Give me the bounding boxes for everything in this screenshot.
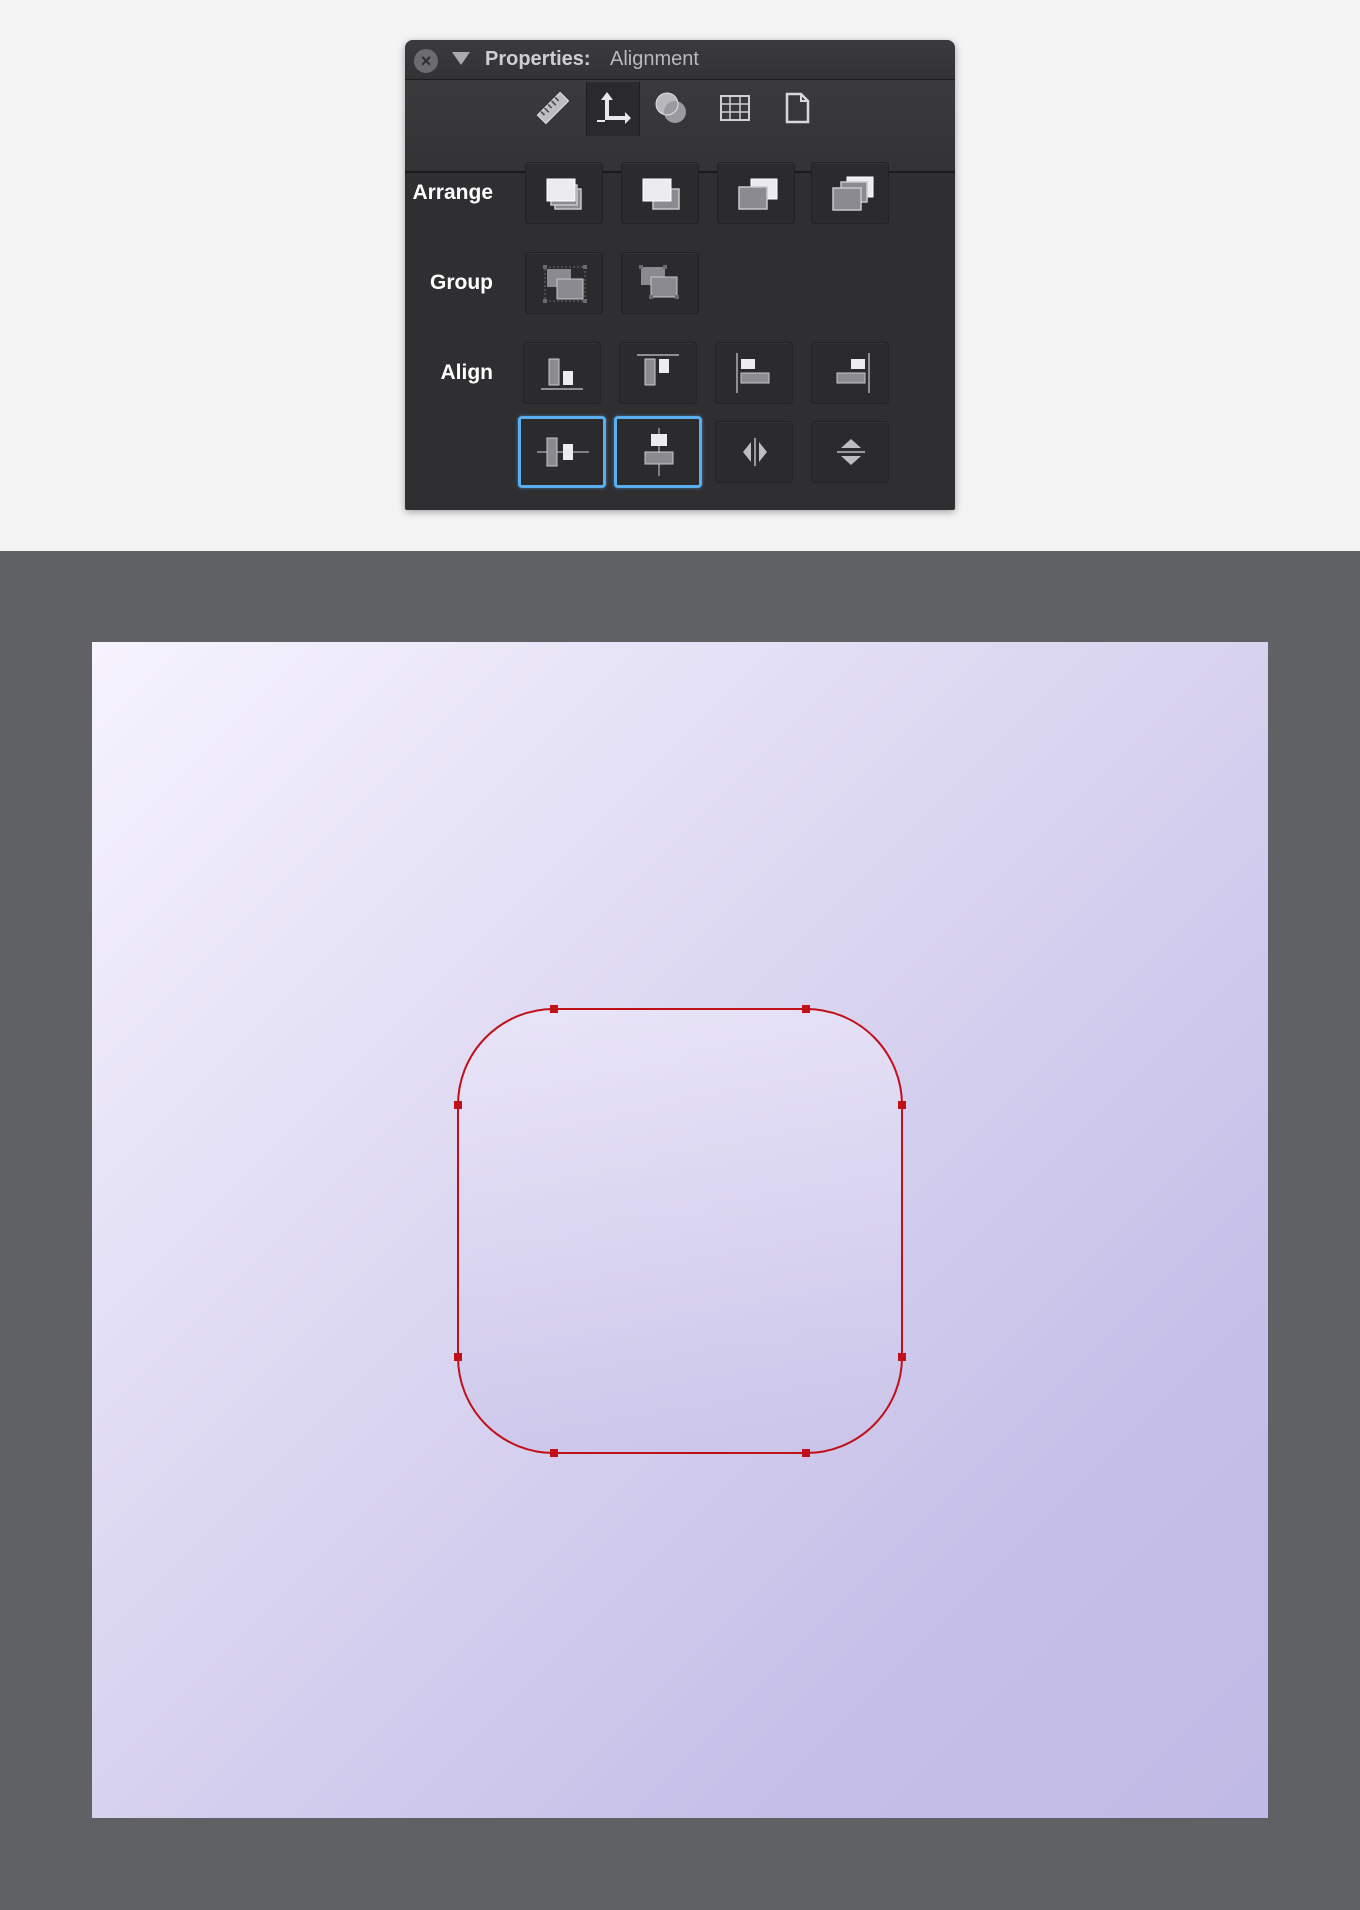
tab-alignment[interactable]	[586, 82, 640, 136]
panel-titlebar[interactable]: × Properties: Alignment	[405, 40, 955, 80]
tab-ruler[interactable]	[527, 82, 579, 134]
anchor-point[interactable]	[802, 1005, 810, 1013]
anchor-point[interactable]	[454, 1101, 462, 1109]
anchor-point[interactable]	[550, 1449, 558, 1457]
bring-forward-icon	[642, 178, 680, 210]
align-top-icon	[637, 354, 679, 386]
align-left-button[interactable]	[715, 342, 793, 404]
align-horizontal-center-icon	[537, 437, 589, 467]
send-to-back-button[interactable]	[811, 162, 889, 224]
close-icon[interactable]: ×	[414, 49, 438, 73]
ungroup-button[interactable]	[621, 252, 699, 314]
rounded-rectangle-shape[interactable]	[92, 642, 1268, 1818]
tab-grid[interactable]	[709, 82, 761, 134]
disclosure-triangle-icon[interactable]	[452, 52, 470, 65]
shape-combine-icon	[655, 92, 686, 123]
send-backward-button[interactable]	[717, 162, 795, 224]
grid-icon	[720, 95, 750, 121]
distribute-vertical-button[interactable]	[811, 421, 889, 483]
bring-forward-button[interactable]	[621, 162, 699, 224]
alignment-arrows-icon	[597, 92, 631, 124]
bring-to-front-button[interactable]	[525, 162, 603, 224]
shape-outline[interactable]	[457, 1008, 903, 1454]
anchor-point[interactable]	[898, 1353, 906, 1361]
artboard[interactable]	[92, 642, 1268, 1818]
anchor-point[interactable]	[454, 1353, 462, 1361]
anchor-point[interactable]	[802, 1449, 810, 1457]
distribute-horizontal-icon	[743, 438, 767, 466]
anchor-point[interactable]	[898, 1101, 906, 1109]
document-icon	[785, 92, 810, 124]
panel-title-label: Properties:	[485, 48, 591, 70]
group-button[interactable]	[525, 252, 603, 314]
align-right-button[interactable]	[811, 342, 889, 404]
send-to-back-icon	[832, 176, 874, 211]
align-vertical-center-icon	[644, 428, 674, 476]
inspector-tab-bar	[405, 80, 955, 173]
align-bottom-button[interactable]	[523, 342, 601, 404]
send-backward-icon	[738, 178, 778, 210]
group-label: Group	[430, 271, 493, 294]
distribute-horizontal-button[interactable]	[715, 421, 793, 483]
distribute-vertical-icon	[837, 439, 865, 465]
align-horizontal-center-button[interactable]	[518, 416, 606, 488]
bring-to-front-icon	[546, 178, 582, 210]
properties-panel: × Properties: Alignment Arrange Group Al…	[405, 40, 955, 510]
tab-shape[interactable]	[645, 82, 697, 134]
ruler-icon	[536, 91, 570, 125]
tab-document[interactable]	[771, 82, 823, 134]
align-label: Align	[440, 361, 494, 384]
group-icon	[543, 265, 587, 303]
canvas-area[interactable]	[0, 551, 1360, 1910]
align-right-icon	[836, 353, 870, 393]
align-vertical-center-button[interactable]	[614, 416, 702, 488]
panel-title-value: Alignment	[610, 48, 699, 70]
ungroup-icon	[639, 265, 679, 299]
arrange-label: Arrange	[412, 181, 493, 204]
anchor-point[interactable]	[550, 1005, 558, 1013]
align-bottom-icon	[541, 358, 583, 390]
align-left-icon	[736, 353, 770, 393]
align-top-button[interactable]	[619, 342, 697, 404]
